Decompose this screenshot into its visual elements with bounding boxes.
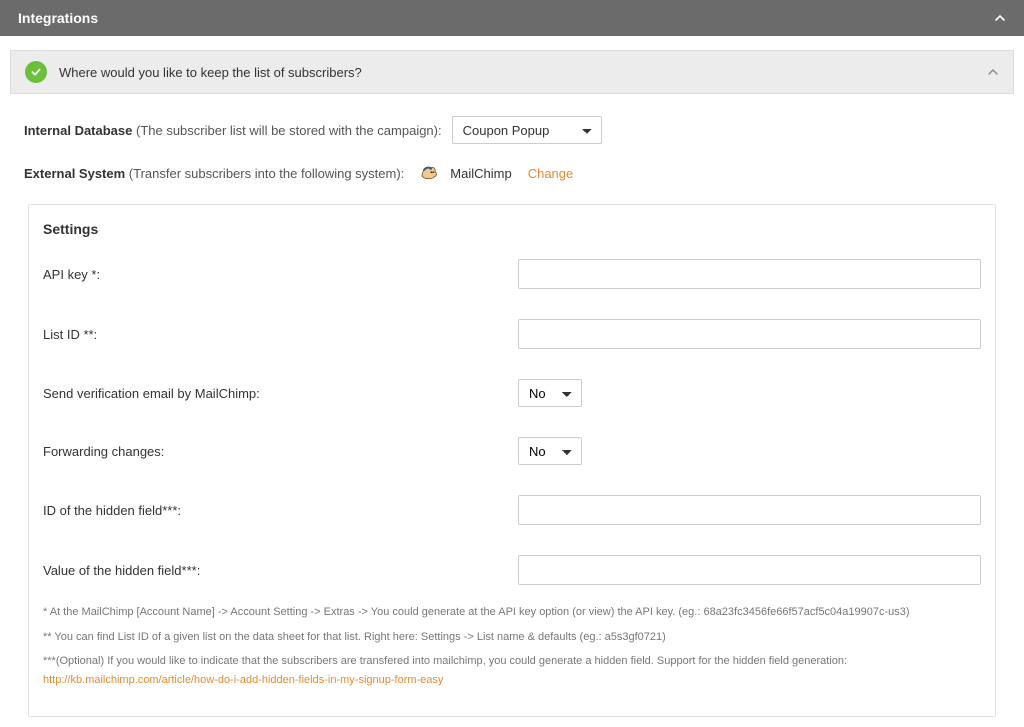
hidden-id-label: ID of the hidden field***:: [43, 503, 518, 518]
hidden-id-row: ID of the hidden field***:: [43, 495, 981, 525]
list-id-input[interactable]: [518, 319, 981, 349]
verify-email-row: Send verification email by MailChimp: No: [43, 379, 981, 407]
hidden-id-input[interactable]: [518, 495, 981, 525]
footnotes: * At the MailChimp [Account Name] -> Acc…: [43, 603, 981, 690]
hidden-value-label: Value of the hidden field***:: [43, 563, 518, 578]
hidden-value-row: Value of the hidden field***:: [43, 555, 981, 585]
forwarding-select[interactable]: No: [518, 437, 582, 465]
question-banner[interactable]: Where would you like to keep the list of…: [10, 50, 1014, 94]
forwarding-row: Forwarding changes: No: [43, 437, 981, 465]
change-link[interactable]: Change: [528, 166, 574, 181]
api-key-input[interactable]: [518, 259, 981, 289]
verify-email-label: Send verification email by MailChimp:: [43, 386, 518, 401]
list-id-label: List ID **:: [43, 327, 518, 342]
external-system-row: External System (Transfer subscribers in…: [24, 162, 1000, 184]
section-header[interactable]: Integrations: [0, 0, 1024, 36]
footnote-link[interactable]: http://kb.mailchimp.com/article/how-do-i…: [43, 674, 443, 686]
list-id-row: List ID **:: [43, 319, 981, 349]
settings-title: Settings: [43, 221, 981, 237]
banner-text: Where would you like to keep the list of…: [59, 65, 362, 80]
check-circle-icon: [25, 61, 47, 83]
settings-panel: Settings API key *: List ID **: Send ver…: [28, 204, 996, 717]
api-key-label: API key *:: [43, 267, 518, 282]
external-system-label: External System (Transfer subscribers in…: [24, 166, 404, 181]
footnote-3: ***(Optional) If you would like to indic…: [43, 652, 981, 689]
section-title: Integrations: [18, 10, 98, 26]
external-system-provider: MailChimp: [450, 166, 511, 181]
internal-database-label: Internal Database (The subscriber list w…: [24, 123, 442, 138]
internal-database-row: Internal Database (The subscriber list w…: [24, 116, 1000, 144]
api-key-row: API key *:: [43, 259, 981, 289]
footnote-2: ** You can find List ID of a given list …: [43, 628, 981, 647]
chevron-up-icon[interactable]: [987, 66, 999, 78]
hidden-value-input[interactable]: [518, 555, 981, 585]
internal-database-select[interactable]: Coupon Popup: [452, 116, 602, 144]
verify-email-select[interactable]: No: [518, 379, 582, 407]
chevron-up-icon[interactable]: [994, 12, 1006, 24]
footnote-1: * At the MailChimp [Account Name] -> Acc…: [43, 603, 981, 622]
forwarding-label: Forwarding changes:: [43, 444, 518, 459]
mailchimp-icon: [418, 162, 440, 184]
